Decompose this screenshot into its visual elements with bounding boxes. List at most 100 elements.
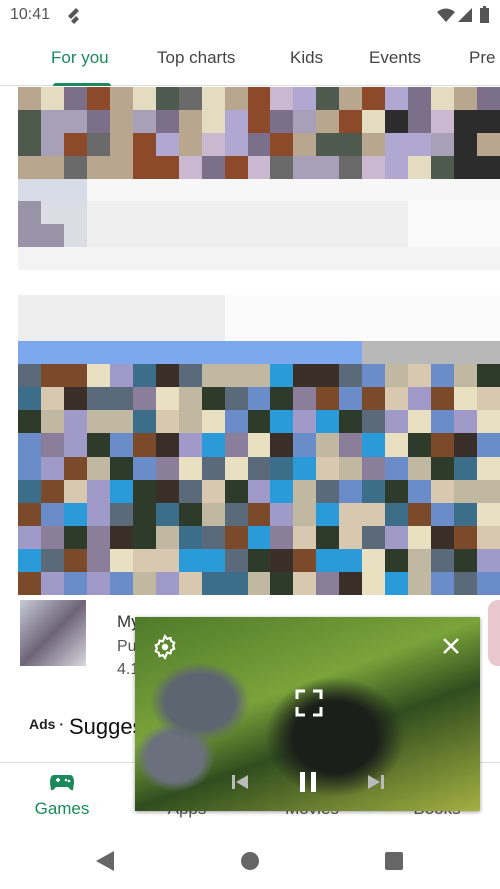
mosaic-cell <box>362 502 386 526</box>
mosaic-cell <box>40 87 64 110</box>
mosaic-cell <box>293 132 317 156</box>
mosaic-cell <box>155 548 179 572</box>
mosaic-cell <box>454 318 478 342</box>
mosaic-cell <box>385 456 409 480</box>
mosaic-cell <box>339 341 363 365</box>
mosaic-cell <box>63 132 87 156</box>
mosaic-cell <box>178 410 202 434</box>
mosaic-cell <box>270 224 294 248</box>
mosaic-cell <box>86 109 110 133</box>
mosaic-cell <box>454 109 478 133</box>
mosaic-cell <box>270 571 294 595</box>
mosaic-cell <box>18 201 41 225</box>
mosaic-cell <box>339 87 363 110</box>
mosaic-cell <box>339 502 363 526</box>
mosaic-cell <box>201 502 225 526</box>
mosaic-cell <box>431 364 455 388</box>
mosaic-cell <box>18 155 41 179</box>
mosaic-cell <box>63 433 87 457</box>
mosaic-cell <box>385 433 409 457</box>
mosaic-cell <box>86 410 110 434</box>
mosaic-cell <box>293 87 317 110</box>
mosaic-cell <box>63 410 87 434</box>
mosaic-cell <box>109 178 133 202</box>
mosaic-cell <box>477 456 500 480</box>
mosaic-cell <box>362 87 386 110</box>
mosaic-cell <box>178 456 202 480</box>
mosaic-cell <box>178 479 202 503</box>
mosaic-cell <box>316 410 340 434</box>
mosaic-cell <box>477 295 500 319</box>
mosaic-cell <box>477 201 500 225</box>
mosaic-cell <box>63 318 87 342</box>
app-icon <box>20 600 86 666</box>
mosaic-cell <box>109 456 133 480</box>
mosaic-cell <box>454 224 478 248</box>
mosaic-cell <box>454 525 478 549</box>
mosaic-cell <box>178 201 202 225</box>
mosaic-cell <box>132 502 156 526</box>
mosaic-cell <box>431 479 455 503</box>
mosaic-cell <box>316 178 340 202</box>
mosaic-cell <box>109 433 133 457</box>
tab-events[interactable]: Events <box>369 48 421 68</box>
mosaic-cell <box>86 548 110 572</box>
mosaic-cell <box>201 479 225 503</box>
featured-banner-image[interactable] <box>18 87 500 270</box>
mosaic-cell <box>132 548 156 572</box>
mosaic-cell <box>385 224 409 248</box>
mosaic-cell <box>40 387 64 411</box>
mosaic-cell <box>155 178 179 202</box>
mosaic-cell <box>178 433 202 457</box>
mosaic-cell <box>339 178 363 202</box>
mosaic-cell <box>247 224 271 248</box>
mosaic-cell <box>362 387 386 411</box>
mosaic-cell <box>247 387 271 411</box>
mosaic-cell <box>408 341 432 365</box>
mosaic-cell <box>201 178 225 202</box>
tab-top-charts[interactable]: Top charts <box>157 48 235 68</box>
mosaic-cell <box>293 224 317 248</box>
home-icon[interactable] <box>241 852 259 870</box>
fullscreen-icon[interactable] <box>295 689 323 717</box>
next-icon[interactable] <box>368 774 384 790</box>
tab-bar: For you Top charts Kids Events Pre <box>0 40 500 86</box>
nav-games[interactable]: Games <box>12 799 112 819</box>
mosaic-cell <box>224 410 248 434</box>
next-app-icon[interactable] <box>488 600 500 666</box>
mosaic-cell <box>477 318 500 342</box>
mosaic-cell <box>362 155 386 179</box>
mosaic-cell <box>293 295 317 319</box>
picture-in-picture-video[interactable] <box>135 617 480 811</box>
mosaic-cell <box>362 456 386 480</box>
mosaic-cell <box>454 178 478 202</box>
close-icon[interactable] <box>442 637 460 655</box>
mosaic-cell <box>155 318 179 342</box>
mosaic-cell <box>63 502 87 526</box>
mosaic-cell <box>132 456 156 480</box>
mosaic-cell <box>270 295 294 319</box>
pause-icon[interactable] <box>300 772 316 792</box>
mosaic-cell <box>40 341 64 365</box>
mosaic-cell <box>63 571 87 595</box>
mosaic-cell <box>109 247 133 270</box>
recents-icon[interactable] <box>385 852 403 870</box>
tab-for-you[interactable]: For you <box>51 48 109 68</box>
mosaic-cell <box>477 247 500 270</box>
section-title: Sugges <box>69 714 144 739</box>
mosaic-cell <box>155 247 179 270</box>
tab-kids[interactable]: Kids <box>290 48 323 68</box>
mosaic-cell <box>132 387 156 411</box>
mosaic-cell <box>316 201 340 225</box>
mosaic-cell <box>224 155 248 179</box>
previous-icon[interactable] <box>232 774 248 790</box>
mosaic-cell <box>155 364 179 388</box>
settings-icon[interactable] <box>152 634 178 660</box>
featured-card-image[interactable] <box>18 295 500 595</box>
mosaic-cell <box>18 433 41 457</box>
tab-premium[interactable]: Pre <box>469 48 495 68</box>
back-icon[interactable] <box>96 851 114 871</box>
mosaic-cell <box>293 410 317 434</box>
mosaic-cell <box>224 87 248 110</box>
mosaic-cell <box>247 109 271 133</box>
